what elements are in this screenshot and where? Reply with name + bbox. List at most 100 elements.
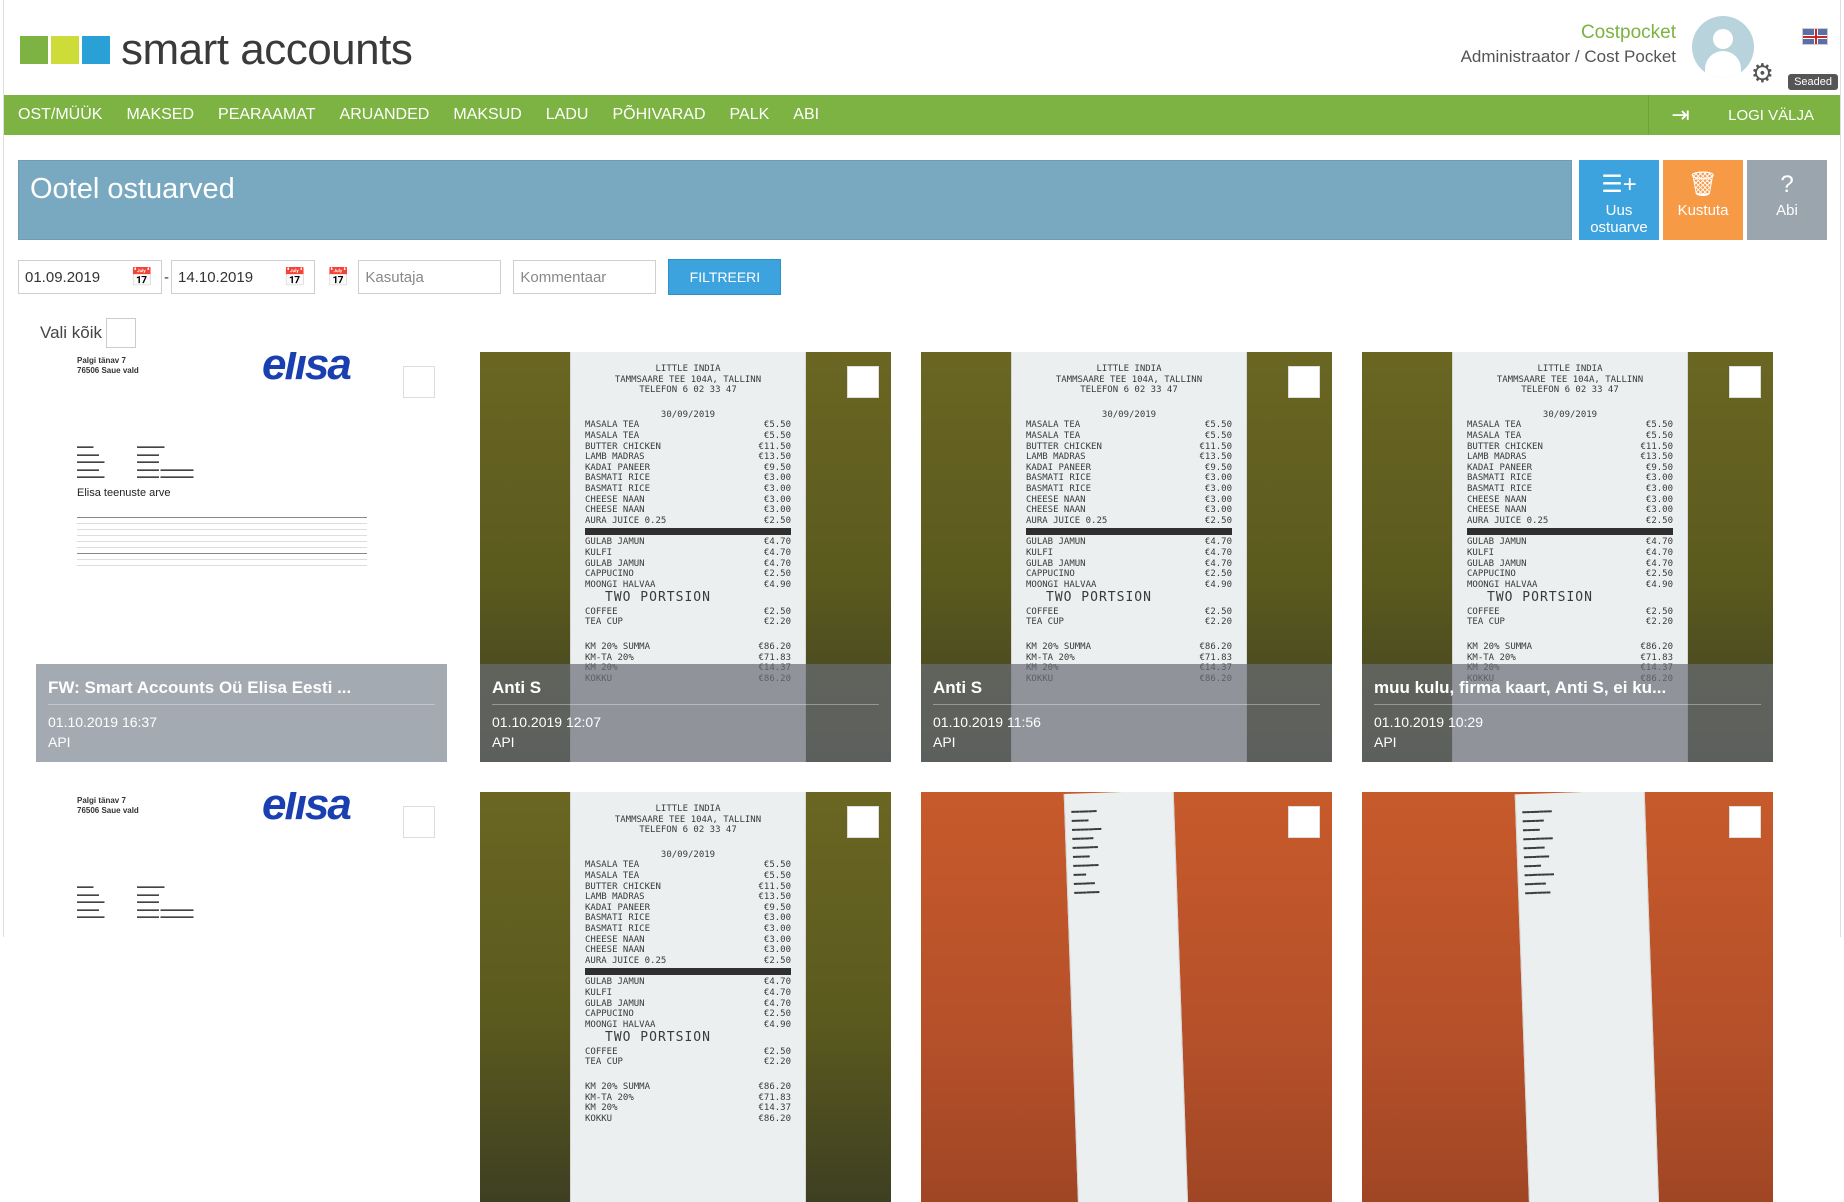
card-checkbox[interactable] bbox=[847, 806, 879, 838]
question-icon: ? bbox=[1780, 171, 1794, 198]
select-all-checkbox[interactable] bbox=[106, 318, 137, 348]
filter-button[interactable]: FILTREERI bbox=[668, 259, 782, 295]
date-separator: - bbox=[164, 268, 169, 286]
elisa-logo: elisa bbox=[262, 792, 352, 829]
nav-item-ladu[interactable]: LADU bbox=[534, 95, 601, 135]
invoice-card[interactable]: LITTLE INDIA TAMMSAARE TEE 104A, TALLINN T… bbox=[921, 352, 1332, 762]
card-checkbox[interactable] bbox=[1288, 366, 1320, 398]
logo-square-green bbox=[20, 36, 48, 64]
trash-icon: 🗑 bbox=[1687, 171, 1719, 198]
card-source: API bbox=[48, 734, 71, 750]
doc-address: Palgi tänav 7 76506 Saue vald bbox=[77, 796, 139, 815]
document-preview: Palgi tänav 7 76506 Saue vald elisa ▬▬▬ ▬… bbox=[36, 792, 447, 1202]
card-checkbox[interactable] bbox=[1729, 366, 1761, 398]
filter-bar: 01.09.2019 📅 - 14.10.2019 📅 📅 Kasutaja K… bbox=[18, 259, 782, 295]
card-checkbox[interactable] bbox=[1729, 806, 1761, 838]
user-filter-placeholder: Kasutaja bbox=[365, 268, 424, 286]
card-overlay: muu kulu, firma kaart, Anti S, ei ku... … bbox=[1362, 664, 1773, 762]
nav-item-abi[interactable]: ABI bbox=[781, 95, 831, 135]
card-checkbox[interactable] bbox=[1288, 806, 1320, 838]
nav-item-maksed[interactable]: MAKSED bbox=[114, 95, 206, 135]
add-list-icon: ☰+ bbox=[1601, 171, 1637, 198]
logo[interactable]: smart accounts bbox=[20, 25, 413, 74]
card-checkbox[interactable] bbox=[847, 366, 879, 398]
date-from-input[interactable]: 01.09.2019 📅 bbox=[18, 260, 162, 294]
new-purchase-invoice-button[interactable]: ☰+ Uus ostuarve bbox=[1579, 160, 1659, 240]
receipt-paper: LITTLE INDIA TAMMSAARE TEE 104A, TALLINN T… bbox=[570, 792, 806, 1202]
card-overlay: Anti S 01.10.2019 12:07 API bbox=[480, 664, 891, 762]
receipt-photo: LITTLE INDIA TAMMSAARE TEE 104A, TALLINN T… bbox=[480, 792, 891, 1202]
comment-filter-input[interactable]: Kommentaar bbox=[513, 260, 657, 294]
card-source: API bbox=[492, 734, 515, 750]
settings-badge[interactable]: Seaded bbox=[1788, 74, 1838, 90]
select-all-label: Vali kõik bbox=[40, 323, 103, 342]
card-overlay: Anti S 01.10.2019 11:56 API bbox=[921, 664, 1332, 762]
card-datetime: 01.10.2019 12:07 bbox=[492, 714, 601, 730]
app-frame: smart accounts Costpocket Administraator… bbox=[3, 0, 1841, 1202]
user-filter-input[interactable]: Kasutaja bbox=[358, 260, 502, 294]
logout-icon[interactable]: ⇥ bbox=[1648, 95, 1712, 135]
company-name[interactable]: Costpocket bbox=[1581, 22, 1676, 44]
doc-meta-lines: ▬▬▬ ▬▬▬▬▬ ▬▬▬▬ ▬▬▬▬ ▬▬▬▬▬ ▬▬▬▬ ▬▬▬▬ ▬▬▬▬ ▬▬▬… bbox=[77, 884, 194, 920]
user-role: Administraator / Cost Pocket bbox=[1460, 47, 1676, 66]
date-range-calendar-icon[interactable]: 📅 bbox=[327, 267, 349, 288]
logo-square-yellow bbox=[51, 36, 79, 64]
card-title: muu kulu, firma kaart, Anti S, ei ku... bbox=[1374, 678, 1761, 705]
invoice-card[interactable]: LITTLE INDIA TAMMSAARE TEE 104A, TALLINN T… bbox=[1362, 352, 1773, 762]
header: smart accounts Costpocket Administraator… bbox=[4, 0, 1840, 94]
page-title-bar: Ootel ostuarved bbox=[18, 160, 1572, 240]
logo-square-blue bbox=[82, 36, 110, 64]
nav-item-pearaamat[interactable]: PEARAAMAT bbox=[206, 95, 328, 135]
card-source: API bbox=[1374, 734, 1397, 750]
invoice-card[interactable]: LITTLE INDIA TAMMSAARE TEE 104A, TALLINN T… bbox=[480, 792, 891, 1202]
invoice-card[interactable]: Palgi tänav 7 76506 Saue vald elisa ▬▬▬ ▬… bbox=[36, 792, 447, 1202]
delete-button[interactable]: 🗑 Kustuta bbox=[1663, 160, 1743, 240]
avatar-head bbox=[1713, 29, 1733, 49]
card-datetime: 01.10.2019 11:56 bbox=[933, 714, 1041, 730]
date-from-value: 01.09.2019 bbox=[25, 268, 101, 286]
nav-right: ⇥ LOGI VÄLJA bbox=[1648, 95, 1840, 135]
date-to-value: 14.10.2019 bbox=[178, 268, 254, 286]
card-datetime: 01.10.2019 10:29 bbox=[1374, 714, 1483, 730]
card-overlay: FW: Smart Accounts Oü Elisa Eesti ... 01… bbox=[36, 664, 447, 762]
nav-item-pohivarad[interactable]: PÕHIVARAD bbox=[600, 95, 717, 135]
calendar-icon[interactable]: 📅 bbox=[131, 267, 153, 288]
doc-title: Elisa teenuste arve bbox=[77, 487, 171, 499]
avatar[interactable] bbox=[1692, 16, 1754, 78]
card-checkbox[interactable] bbox=[403, 366, 435, 398]
doc-table bbox=[77, 512, 367, 566]
gear-icon[interactable]: ⚙ bbox=[1751, 60, 1774, 86]
elisa-logo: elisa bbox=[262, 352, 352, 389]
invoice-card[interactable]: LITTLE INDIA TAMMSAARE TEE 104A, TALLINN T… bbox=[480, 352, 891, 762]
receipt-photo: ▬▬▬▬▬▬▬▬▬▬▬▬▬▬▬▬▬▬▬▬▬▬▬▬▬▬▬▬▬▬▬▬▬▬▬▬▬▬▬▬… bbox=[921, 792, 1332, 1202]
card-title: Anti S bbox=[933, 678, 1320, 705]
logout-button[interactable]: LOGI VÄLJA bbox=[1712, 107, 1840, 124]
doc-meta-lines: ▬▬▬ ▬▬▬▬▬ ▬▬▬▬ ▬▬▬▬ ▬▬▬▬▬ ▬▬▬▬ ▬▬▬▬ ▬▬▬▬ ▬▬▬… bbox=[77, 444, 194, 480]
card-source: API bbox=[933, 734, 956, 750]
receipt-paper: ▬▬▬▬▬▬▬▬▬▬▬▬▬▬▬▬▬▬▬▬▬▬▬▬▬▬▬▬▬▬▬▬▬▬▬▬▬▬▬▬… bbox=[1514, 792, 1660, 1202]
help-label: Abi bbox=[1776, 202, 1798, 219]
receipt-paper: ▬▬▬▬▬▬▬▬▬▬▬▬▬▬▬▬▬▬▬▬▬▬▬▬▬▬▬▬▬▬▬▬▬▬▬▬▬▬▬▬… bbox=[1063, 792, 1189, 1202]
comment-filter-placeholder: Kommentaar bbox=[520, 268, 607, 286]
calendar-icon[interactable]: 📅 bbox=[284, 267, 306, 288]
nav-item-aruanded[interactable]: ARUANDED bbox=[328, 95, 442, 135]
nav-item-ost-muuk[interactable]: OST/MÜÜK bbox=[4, 95, 114, 135]
logo-text: smart accounts bbox=[121, 25, 413, 74]
card-datetime: 01.10.2019 16:37 bbox=[48, 714, 157, 730]
doc-address: Palgi tänav 7 76506 Saue vald bbox=[77, 356, 139, 375]
nav-item-palk[interactable]: PALK bbox=[718, 95, 782, 135]
page-title: Ootel ostuarved bbox=[30, 173, 235, 205]
invoice-card[interactable]: Palgi tänav 7 76506 Saue vald elisa ▬▬▬ ▬… bbox=[36, 352, 447, 762]
delete-label: Kustuta bbox=[1677, 202, 1729, 219]
help-button[interactable]: ? Abi bbox=[1747, 160, 1827, 240]
uk-flag-icon[interactable] bbox=[1802, 28, 1828, 45]
avatar-body bbox=[1705, 51, 1741, 78]
card-title: FW: Smart Accounts Oü Elisa Eesti ... bbox=[48, 678, 435, 705]
date-to-input[interactable]: 14.10.2019 📅 bbox=[171, 260, 315, 294]
card-checkbox[interactable] bbox=[403, 806, 435, 838]
nav-item-maksud[interactable]: MAKSUD bbox=[441, 95, 533, 135]
select-all[interactable]: Vali kõik bbox=[40, 318, 137, 348]
new-purchase-invoice-label: Uus ostuarve bbox=[1590, 202, 1648, 236]
invoice-card[interactable]: ▬▬▬▬▬▬▬▬▬▬▬▬▬▬▬▬▬▬▬▬▬▬▬▬▬▬▬▬▬▬▬▬▬▬▬▬▬▬▬▬… bbox=[921, 792, 1332, 1202]
invoice-card[interactable]: ▬▬▬▬▬▬▬▬▬▬▬▬▬▬▬▬▬▬▬▬▬▬▬▬▬▬▬▬▬▬▬▬▬▬▬▬▬▬▬▬… bbox=[1362, 792, 1773, 1202]
